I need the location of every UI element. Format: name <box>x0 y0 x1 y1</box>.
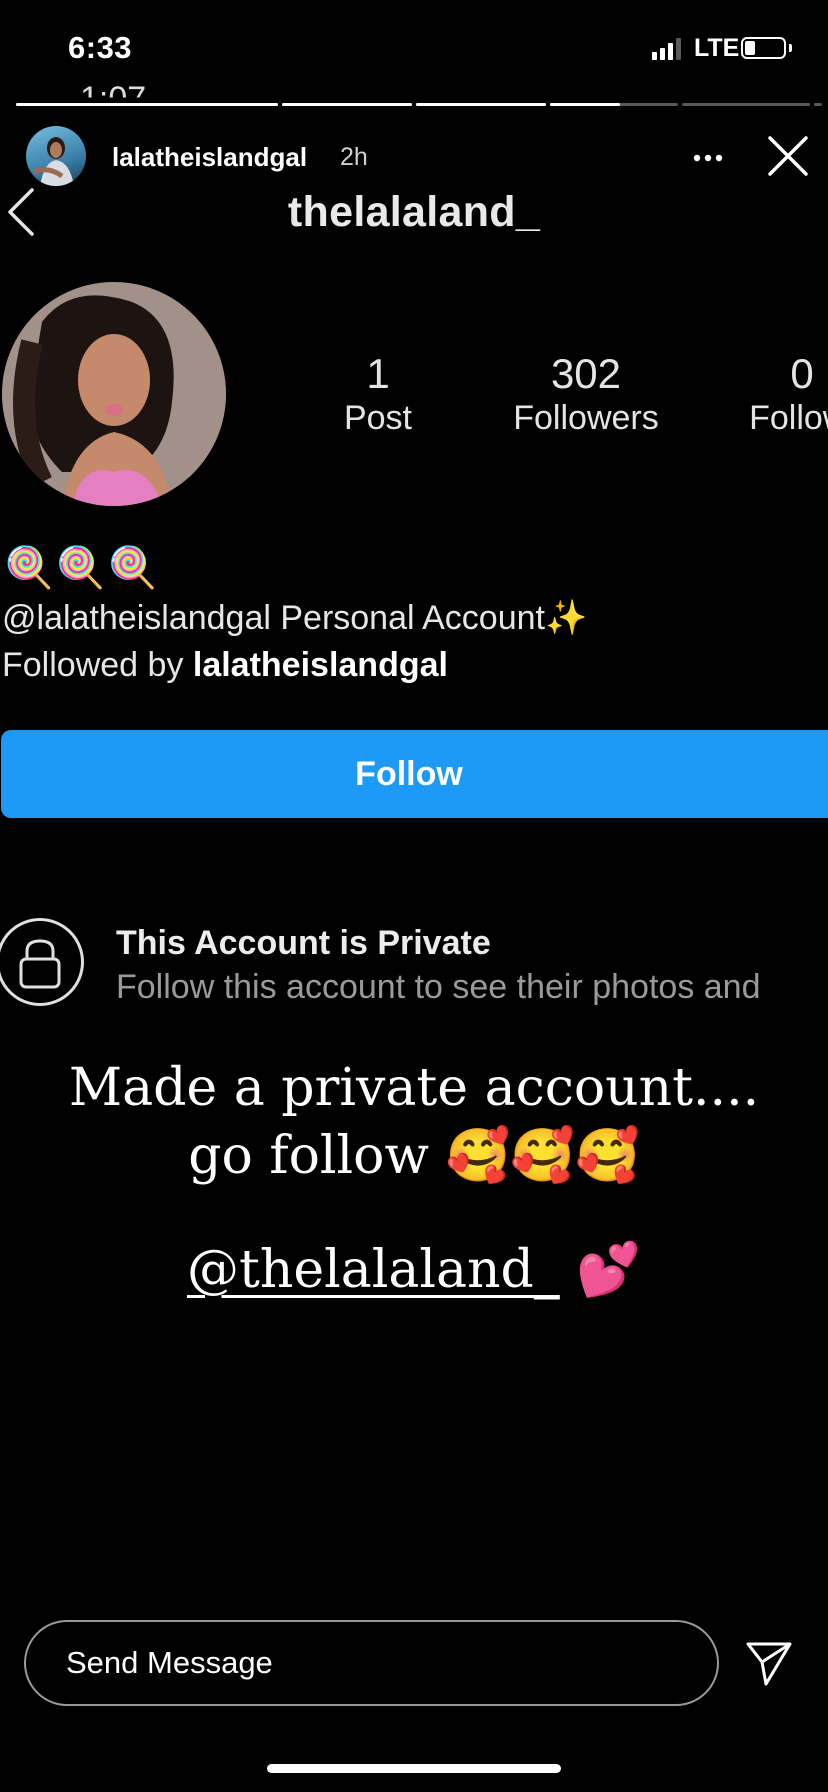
close-icon[interactable] <box>764 132 812 180</box>
story-progress-segment <box>16 103 278 106</box>
private-subtitle: Follow this account to see their photos … <box>116 968 761 1006</box>
story-time-ago: 2h <box>340 143 368 171</box>
stat-posts: 1 Post <box>318 350 438 438</box>
mention-link[interactable]: @thelalaland_ <box>187 1240 560 1300</box>
story-caption: Made a private account.... go follow 🥰🥰🥰 <box>68 1058 760 1186</box>
battery-icon <box>741 37 786 59</box>
more-icon[interactable] <box>690 140 726 176</box>
mention-line: @thelalaland_ 💕 <box>0 1236 828 1304</box>
profile-username: thelalaland_ <box>287 188 541 236</box>
followed-by-prefix: Followed by <box>2 646 193 684</box>
status-time: 6:33 <box>68 30 133 65</box>
battery-tip <box>789 44 792 52</box>
profile-photo <box>2 282 226 506</box>
private-title: This Account is Private <box>116 924 491 962</box>
story-progress-segment <box>550 103 678 106</box>
send-message-input[interactable]: Send Message <box>24 1620 719 1706</box>
network-label: LTE <box>694 34 740 62</box>
ghost-video-time: 1:07 <box>80 80 147 118</box>
stat-label: Post <box>343 399 413 437</box>
followed-by-user: lalatheislandgal <box>192 646 448 684</box>
stat-value: 1 <box>366 350 390 397</box>
stat-value: 302 <box>550 350 622 397</box>
send-icon[interactable] <box>744 1640 794 1688</box>
story-progress-segment <box>416 103 546 106</box>
stat-label: Followi <box>749 399 828 437</box>
story-avatar[interactable] <box>26 126 86 186</box>
stat-followers: 302 Followers <box>496 350 676 438</box>
stat-following: 0 Followi <box>712 350 828 438</box>
stat-label: Followers <box>513 399 659 437</box>
home-indicator[interactable] <box>267 1764 561 1773</box>
story-username[interactable]: lalatheislandgal <box>112 142 307 173</box>
story-progress-segment <box>282 103 412 106</box>
stat-value: 0 <box>790 350 814 397</box>
story-progress-segment <box>682 103 810 106</box>
bio-text: @lalatheislandgal Personal Account✨ <box>2 599 588 637</box>
mention-emoji: 💕 <box>576 1240 642 1300</box>
followed-by: Followed by lalatheislandgal <box>2 646 448 685</box>
bio-emoji: 🍭🍭🍭 <box>4 546 160 590</box>
follow-button: Follow <box>1 730 828 818</box>
lock-icon <box>0 918 84 1006</box>
story-progress-segment <box>814 103 822 106</box>
signal-icon <box>652 38 684 60</box>
